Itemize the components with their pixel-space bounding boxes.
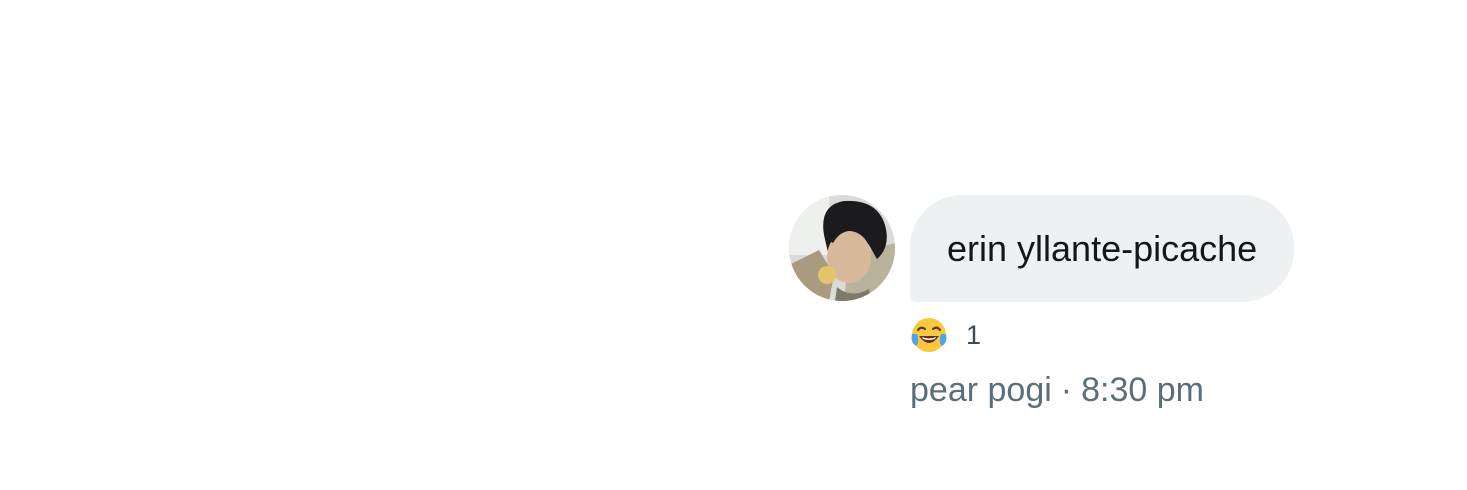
chat-message: erin yllante-picache 1 pear pogi · 8:30 pm	[789, 195, 1349, 425]
reaction-badge[interactable]: 1	[910, 315, 981, 355]
message-bubble[interactable]: erin yllante-picache	[910, 195, 1295, 302]
face-with-tears-of-joy-icon	[911, 318, 947, 352]
avatar[interactable]	[789, 195, 895, 301]
sender-name: pear pogi	[910, 371, 1052, 409]
meta-separator: ·	[1060, 371, 1073, 409]
timestamp: 8:30 pm	[1081, 371, 1204, 409]
message-text: erin yllante-picache	[947, 227, 1258, 269]
reaction-count: 1	[966, 319, 982, 350]
message-meta: pear pogi · 8:30 pm	[910, 371, 1204, 410]
avatar-photo	[789, 195, 895, 301]
